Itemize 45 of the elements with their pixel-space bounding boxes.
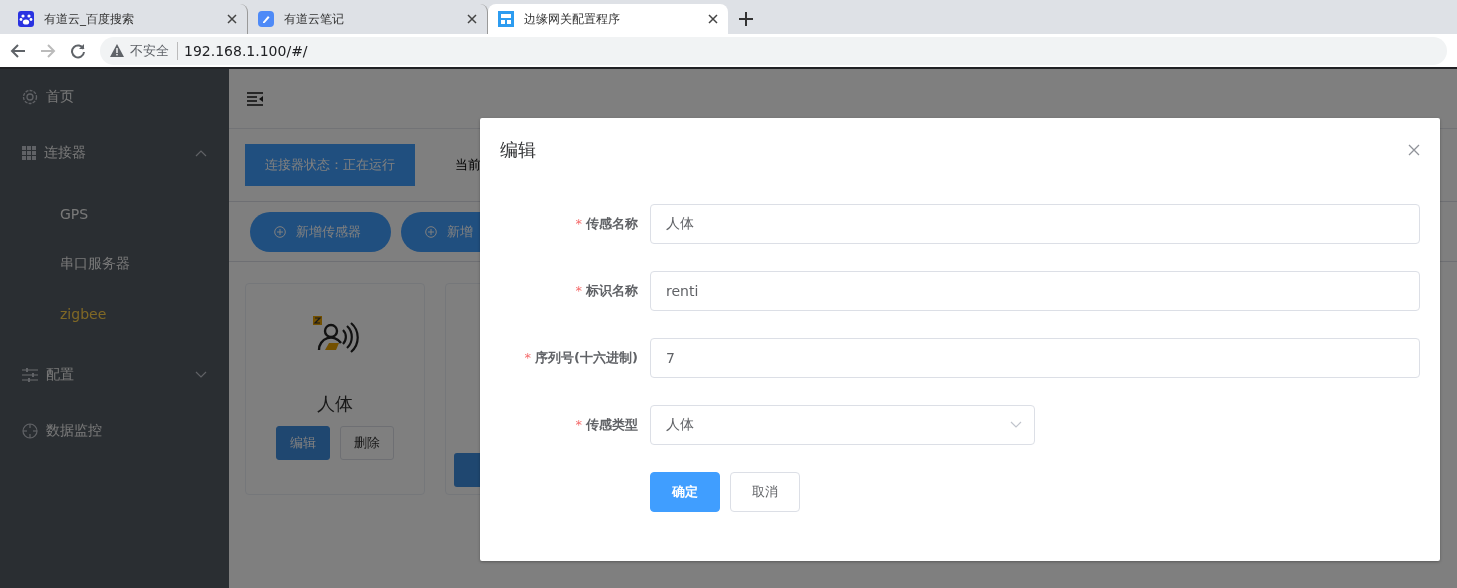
field-label: * 传感类型 — [574, 416, 638, 434]
settings-icon — [22, 89, 38, 105]
menu-item[interactable]: 首页 — [0, 69, 229, 125]
cancel-button[interactable]: 取消 — [730, 472, 800, 512]
grid-icon — [22, 146, 36, 160]
address-field[interactable]: 不安全 192.168.1.100/#/ — [100, 36, 1447, 65]
field-label: * 传感名称 — [574, 215, 638, 233]
back-icon[interactable] — [10, 42, 26, 59]
menu-item[interactable]: 连接器 — [0, 125, 229, 181]
plus-circle-icon — [425, 225, 437, 238]
select-field[interactable]: 人体 — [650, 405, 1035, 445]
sensor-name: 人体 — [317, 392, 353, 416]
dialog-title: 编辑 — [500, 138, 536, 162]
status-banner: 连接器状态：正在运行 — [245, 144, 415, 186]
required-mark: * — [575, 283, 582, 298]
chevron-icon — [1010, 421, 1022, 429]
app-icon — [498, 11, 514, 27]
input-field[interactable]: 7 — [650, 338, 1420, 378]
reload-icon[interactable] — [70, 42, 86, 59]
plus-circle-icon — [274, 225, 286, 238]
required-mark: * — [524, 350, 532, 365]
submenu-item[interactable]: zigbee — [0, 289, 229, 339]
sliders-icon — [22, 368, 38, 382]
plus-icon — [739, 12, 753, 26]
url-text: 192.168.1.100/#/ — [184, 42, 308, 59]
confirm-button[interactable]: 确定 — [650, 472, 720, 512]
paw-icon — [18, 11, 34, 27]
browser-tab[interactable]: 边缘网关配置程序 — [488, 4, 728, 34]
input-field[interactable]: 人体 — [650, 204, 1420, 244]
required-mark: * — [575, 216, 582, 231]
current-label: 当前 — [455, 156, 481, 174]
field-label: * 标识名称 — [574, 282, 638, 300]
menu-item[interactable]: 数据监控 — [0, 403, 229, 459]
delete-button[interactable]: 删除 — [340, 426, 394, 460]
required-mark: * — [575, 417, 582, 432]
warning-icon — [110, 44, 124, 57]
security-label: 不安全 — [130, 41, 178, 60]
input-field[interactable]: renti — [650, 271, 1420, 311]
crosshair-icon — [22, 423, 38, 439]
menu-item[interactable]: 配置 — [0, 347, 229, 403]
menu-icon[interactable] — [247, 91, 263, 106]
submenu-item[interactable]: GPS — [0, 189, 229, 239]
pencil-icon — [258, 11, 274, 27]
field-label: * 序列号(十六进制) — [523, 349, 638, 367]
edit-button[interactable]: 编辑 — [276, 426, 330, 460]
